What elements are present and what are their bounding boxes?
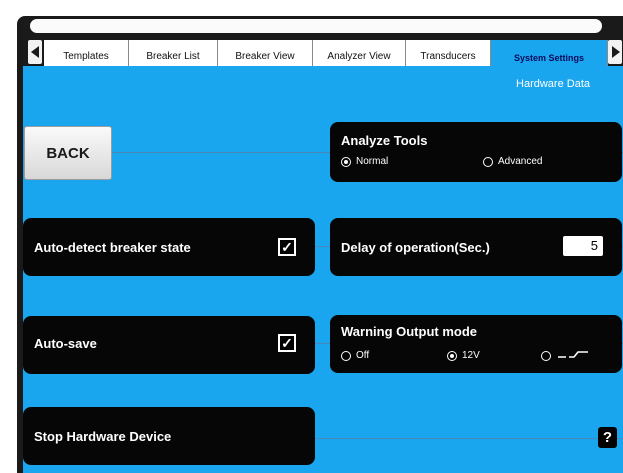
auto-detect-checkbox[interactable]: ✓ xyxy=(278,238,296,256)
option-label: Advanced xyxy=(498,156,543,167)
auto-save-label: Auto-save xyxy=(34,336,97,351)
option-label: Off xyxy=(356,350,370,361)
auto-save-panel[interactable]: Auto-save ✓ xyxy=(23,316,315,374)
radio-icon xyxy=(341,350,351,361)
auto-save-checkbox[interactable]: ✓ xyxy=(278,334,296,352)
chevron-left-icon[interactable] xyxy=(28,40,42,64)
delay-label: Delay of operation(Sec.) xyxy=(341,240,490,255)
analyze-tools-panel: Analyze Tools Normal Advanced xyxy=(330,122,622,182)
tab-breaker-view[interactable]: Breaker View xyxy=(218,40,313,66)
analyze-normal-option[interactable]: Normal xyxy=(341,156,388,167)
warning-12v-option[interactable]: 12V xyxy=(447,350,480,361)
auto-detect-label: Auto-detect breaker state xyxy=(34,240,191,255)
auto-detect-panel[interactable]: Auto-detect breaker state ✓ xyxy=(23,218,315,276)
chevron-right-icon[interactable] xyxy=(608,40,622,64)
back-button[interactable]: BACK xyxy=(24,126,112,180)
warning-output-panel: Warning Output mode Off 12V xyxy=(330,315,622,373)
top-status-bar xyxy=(30,19,602,33)
radio-icon xyxy=(541,351,551,361)
tab-analyzer-view[interactable]: Analyzer View xyxy=(313,40,406,66)
radio-icon xyxy=(341,156,351,167)
analyze-advanced-option[interactable]: Advanced xyxy=(483,156,542,167)
screen-frame: Templates Breaker List Breaker View Anal… xyxy=(0,0,623,473)
stop-hardware-button[interactable]: Stop Hardware Device xyxy=(23,407,315,465)
tab-system-settings[interactable]: System Settings xyxy=(491,40,608,66)
page-subtitle: Hardware Data xyxy=(516,78,590,90)
tab-breaker-list[interactable]: Breaker List xyxy=(129,40,218,66)
radio-icon xyxy=(483,156,493,167)
analyze-tools-title: Analyze Tools xyxy=(341,133,428,148)
tab-bar: Templates Breaker List Breaker View Anal… xyxy=(28,40,622,66)
warning-pulse-option[interactable] xyxy=(541,350,590,362)
pulse-symbol-icon xyxy=(558,351,588,358)
delay-value-input[interactable]: 5 xyxy=(563,236,603,256)
warning-off-option[interactable]: Off xyxy=(341,350,369,361)
option-label: Normal xyxy=(356,156,389,167)
option-label: 12V xyxy=(462,350,480,361)
tab-transducers[interactable]: Transducers xyxy=(406,40,491,66)
tab-templates[interactable]: Templates xyxy=(44,40,129,66)
radio-icon xyxy=(447,350,457,361)
stop-hardware-label: Stop Hardware Device xyxy=(34,429,172,444)
warning-output-title: Warning Output mode xyxy=(341,324,477,339)
help-icon[interactable]: ? xyxy=(598,427,617,448)
delay-panel: Delay of operation(Sec.) 5 xyxy=(330,218,622,276)
